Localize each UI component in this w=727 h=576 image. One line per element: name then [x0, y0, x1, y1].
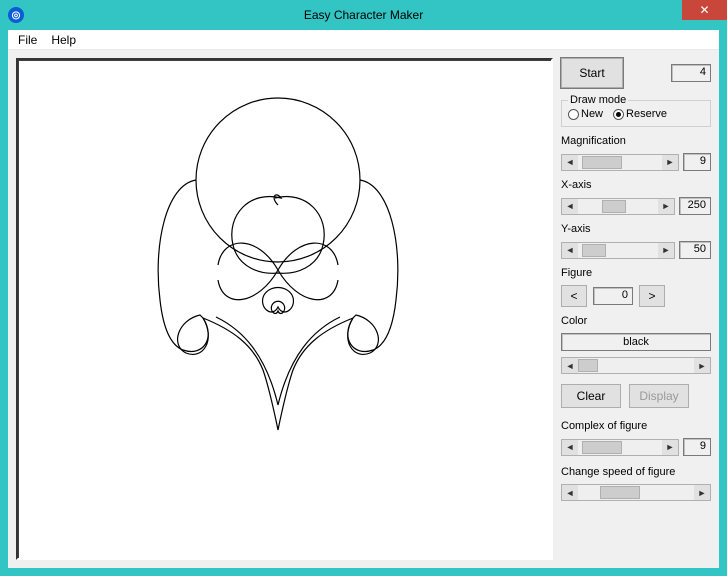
magnification-value: 9: [683, 153, 711, 171]
client-area: File Help: [8, 30, 719, 568]
left-arrow-icon[interactable]: ◄: [562, 485, 578, 500]
radio-new-dot: [568, 109, 579, 120]
draw-mode-legend: Draw mode: [568, 94, 628, 106]
color-slider[interactable]: ◄ ►: [561, 357, 711, 374]
right-arrow-icon[interactable]: ►: [658, 243, 674, 258]
figure-value: 0: [593, 287, 633, 305]
radio-reserve[interactable]: Reserve: [613, 108, 667, 120]
close-button[interactable]: ✕: [682, 0, 727, 20]
complex-slider[interactable]: ◄ ►: [561, 439, 679, 456]
sidebar: Start 4 Draw mode New Reserve Magn: [561, 58, 711, 560]
figure-prev-button[interactable]: <: [561, 285, 587, 307]
clear-button[interactable]: Clear: [561, 384, 621, 408]
speed-label: Change speed of figure: [561, 466, 711, 478]
x-axis-value: 250: [679, 197, 711, 215]
y-axis-slider[interactable]: ◄ ►: [561, 242, 675, 259]
x-axis-label: X-axis: [561, 179, 711, 191]
magnification-label: Magnification: [561, 135, 711, 147]
right-arrow-icon[interactable]: ►: [662, 440, 678, 455]
draw-mode-group: Draw mode New Reserve: [561, 94, 711, 127]
right-arrow-icon[interactable]: ►: [658, 199, 674, 214]
drawing-canvas[interactable]: [16, 58, 553, 560]
content: Start 4 Draw mode New Reserve Magn: [8, 50, 719, 568]
y-axis-label: Y-axis: [561, 223, 711, 235]
window-title: Easy Character Maker: [0, 8, 727, 22]
right-arrow-icon[interactable]: ►: [694, 358, 710, 373]
radio-reserve-dot: [613, 109, 624, 120]
left-arrow-icon[interactable]: ◄: [562, 155, 578, 170]
complex-value: 9: [683, 438, 711, 456]
left-arrow-icon[interactable]: ◄: [562, 358, 578, 373]
menu-help[interactable]: Help: [45, 31, 82, 49]
display-button[interactable]: Display: [629, 384, 689, 408]
magnification-slider[interactable]: ◄ ►: [561, 154, 679, 171]
right-arrow-icon[interactable]: ►: [694, 485, 710, 500]
complex-label: Complex of figure: [561, 420, 711, 432]
radio-new[interactable]: New: [568, 108, 603, 120]
color-value: black: [561, 333, 711, 351]
speed-slider[interactable]: ◄ ►: [561, 484, 711, 501]
left-arrow-icon[interactable]: ◄: [562, 199, 578, 214]
right-arrow-icon[interactable]: ►: [662, 155, 678, 170]
app-icon: ◎: [8, 7, 24, 23]
menu-bar: File Help: [8, 30, 719, 50]
figure-label: Figure: [561, 267, 711, 279]
color-label: Color: [561, 315, 711, 327]
left-arrow-icon[interactable]: ◄: [562, 440, 578, 455]
figure-next-button[interactable]: >: [639, 285, 665, 307]
start-button[interactable]: Start: [561, 58, 623, 88]
character-figure: [18, 60, 538, 560]
start-value: 4: [671, 64, 711, 82]
left-arrow-icon[interactable]: ◄: [562, 243, 578, 258]
y-axis-value: 50: [679, 241, 711, 259]
title-bar: ◎ Easy Character Maker ✕: [0, 0, 727, 30]
x-axis-slider[interactable]: ◄ ►: [561, 198, 675, 215]
menu-file[interactable]: File: [12, 31, 43, 49]
